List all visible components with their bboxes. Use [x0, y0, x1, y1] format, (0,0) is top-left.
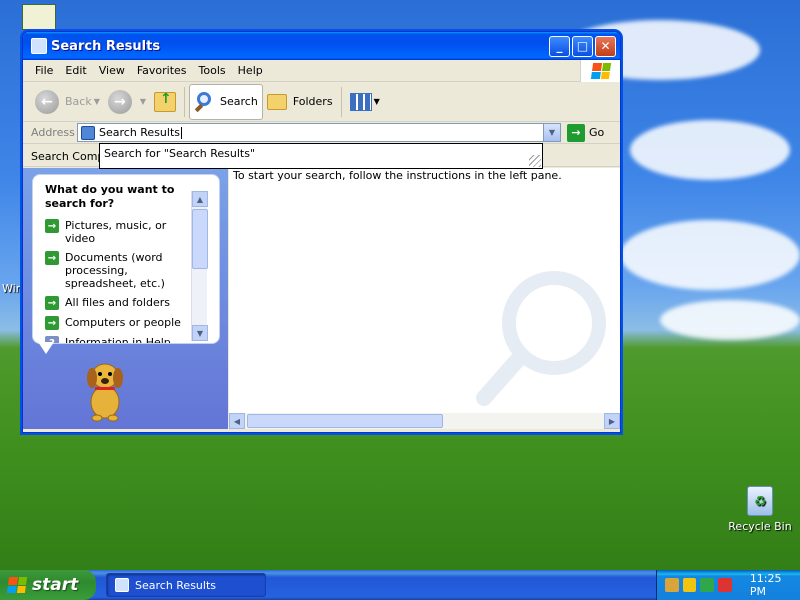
- back-dropdown-icon[interactable]: ▼: [94, 97, 100, 106]
- search-options-bubble: What do you want to search for? → Pictur…: [32, 174, 220, 344]
- option-all-files-folders[interactable]: → All files and folders: [45, 296, 190, 310]
- address-dropdown-icon[interactable]: ▼: [543, 124, 560, 141]
- text-cursor: [181, 126, 183, 139]
- menu-view[interactable]: View: [93, 64, 131, 77]
- suggestion-text: Search for "Search Results": [104, 147, 256, 160]
- search-button[interactable]: Search: [189, 83, 263, 120]
- recycle-bin-label: Recycle Bin: [728, 520, 792, 533]
- scroll-left-icon[interactable]: ◀: [229, 413, 245, 429]
- views-dropdown-icon[interactable]: ▼: [374, 97, 380, 106]
- watermark-magnifier-icon: [476, 271, 606, 406]
- folders-label: Folders: [292, 95, 333, 108]
- options-scrollbar[interactable]: ▲ ▼: [191, 191, 208, 341]
- resize-grip-icon[interactable]: [529, 155, 541, 167]
- go-label: Go: [589, 126, 605, 139]
- results-pane: To start your search, follow the instruc…: [229, 168, 620, 429]
- tray-network-icon[interactable]: [665, 578, 679, 592]
- views-grid-icon: [349, 92, 372, 111]
- search-results-window-icon: [115, 578, 129, 592]
- go-button[interactable]: → Go: [567, 123, 605, 142]
- option-pictures-music-video[interactable]: → Pictures, music, or video: [45, 219, 190, 245]
- maximize-button[interactable]: □: [572, 35, 593, 57]
- folders-icon: [266, 93, 287, 110]
- clock[interactable]: 11:25 PM: [750, 572, 800, 598]
- standard-toolbar: ← Back ▼ → ▼ ↑ Search Folders ▼: [23, 82, 620, 122]
- option-label: All files and folders: [65, 296, 170, 309]
- system-tray: 11:25 PM: [656, 570, 800, 600]
- results-horizontal-scrollbar[interactable]: ◀ ▶: [229, 413, 620, 429]
- address-label: Address: [31, 126, 75, 139]
- menu-bar: File Edit View Favorites Tools Help: [23, 60, 620, 82]
- search-results-window: Search Results _ □ ✕ File Edit View Favo…: [22, 31, 621, 433]
- green-arrow-icon: →: [45, 296, 59, 310]
- search-magnifier-icon: [194, 91, 216, 113]
- taskbar-item-search-results[interactable]: Search Results: [106, 573, 266, 597]
- minimize-button[interactable]: _: [549, 35, 570, 57]
- menu-file[interactable]: File: [29, 64, 59, 77]
- forward-arrow-icon: →: [107, 89, 132, 114]
- option-computers-people[interactable]: → Computers or people: [45, 316, 190, 330]
- taskbar: start Search Results 11:25 PM: [0, 570, 800, 600]
- desktop-icon-top[interactable]: [22, 4, 56, 30]
- results-instructions: To start your search, follow the instruc…: [233, 169, 562, 182]
- forward-button[interactable]: → ▼: [104, 84, 150, 120]
- green-arrow-icon: →: [45, 219, 59, 233]
- title-bar[interactable]: Search Results _ □ ✕: [23, 32, 620, 60]
- menu-edit[interactable]: Edit: [59, 64, 92, 77]
- taskbar-item-label: Search Results: [135, 578, 217, 592]
- desktop-partial-label: Win: [2, 282, 23, 295]
- back-button[interactable]: ← Back ▼: [31, 84, 104, 120]
- back-arrow-icon: ←: [35, 89, 59, 114]
- toolbar-separator: [184, 86, 186, 117]
- windows-flag-icon: [590, 63, 611, 79]
- go-arrow-icon: →: [567, 123, 585, 142]
- address-input[interactable]: Search Results ▼: [77, 123, 561, 142]
- views-button[interactable]: ▼: [346, 84, 384, 120]
- scroll-down-icon[interactable]: ▼: [192, 325, 208, 341]
- back-label: Back: [65, 95, 92, 108]
- toolbar-separator: [340, 86, 342, 117]
- tray-update-icon[interactable]: [700, 578, 715, 592]
- option-label: Information in Help and: [65, 336, 171, 344]
- green-arrow-icon: →: [45, 316, 59, 330]
- scroll-right-icon[interactable]: ▶: [604, 413, 620, 429]
- folders-button[interactable]: Folders: [263, 84, 337, 120]
- scroll-thumb[interactable]: [192, 209, 208, 269]
- folder-up-icon: ↑: [154, 91, 177, 112]
- search-companion-pane: What do you want to search for? → Pictur…: [23, 168, 228, 429]
- tray-security-shield-icon[interactable]: [682, 578, 697, 592]
- window-title: Search Results: [51, 38, 161, 54]
- start-label: start: [32, 575, 79, 595]
- option-label: Computers or people: [65, 316, 181, 329]
- menu-help[interactable]: Help: [232, 64, 269, 77]
- search-dog-icon[interactable]: [75, 354, 135, 424]
- windows-flag-icon: [6, 577, 28, 593]
- search-results-window-icon: [31, 38, 47, 54]
- menu-tools[interactable]: Tools: [193, 64, 232, 77]
- windows-logo: [580, 60, 620, 82]
- close-button[interactable]: ✕: [595, 35, 616, 57]
- search-results-folder-icon: [81, 125, 95, 140]
- autocomplete-suggestion[interactable]: Search for "Search Results": [99, 143, 543, 169]
- menu-favorites[interactable]: Favorites: [131, 64, 193, 77]
- address-value: Search Results: [99, 126, 181, 139]
- bubble-tail: [38, 342, 54, 354]
- option-label: Pictures, music, or video: [65, 219, 167, 245]
- start-button[interactable]: start: [0, 570, 96, 600]
- tray-alert-shield-icon[interactable]: [718, 578, 732, 592]
- scroll-up-icon[interactable]: ▲: [192, 191, 208, 207]
- forward-dropdown-icon[interactable]: ▼: [140, 97, 146, 106]
- option-help-support[interactable]: ? Information in Help and: [45, 336, 190, 344]
- option-documents[interactable]: → Documents (word processing, spreadshee…: [45, 251, 190, 290]
- address-bar: Address Search Results ▼ → Go: [23, 122, 620, 144]
- search-label: Search: [220, 95, 258, 108]
- option-label: Documents (word processing, spreadsheet,…: [65, 251, 165, 290]
- search-question: What do you want to search for?: [45, 183, 175, 210]
- scroll-thumb[interactable]: [247, 414, 443, 428]
- green-arrow-icon: →: [45, 251, 59, 265]
- recycle-bin[interactable]: ♻ Recycle Bin: [728, 486, 792, 533]
- recycle-bin-icon: ♻: [747, 486, 773, 516]
- up-button[interactable]: ↑: [150, 84, 180, 120]
